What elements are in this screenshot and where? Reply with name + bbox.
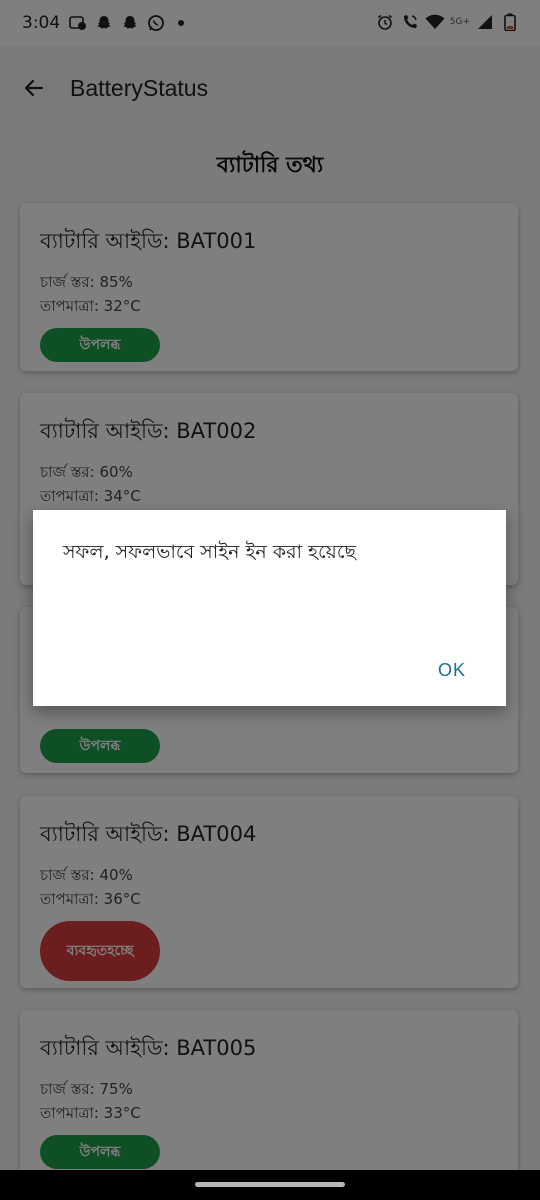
system-nav-bar [0, 1170, 540, 1200]
home-gesture-handle[interactable] [195, 1182, 345, 1187]
success-dialog: সফল, সফলভাবে সাইন ইন করা হয়েছে OK [33, 510, 506, 706]
dialog-message: সফল, সফলভাবে সাইন ইন করা হয়েছে [63, 541, 357, 563]
ok-button[interactable]: OK [438, 660, 466, 681]
